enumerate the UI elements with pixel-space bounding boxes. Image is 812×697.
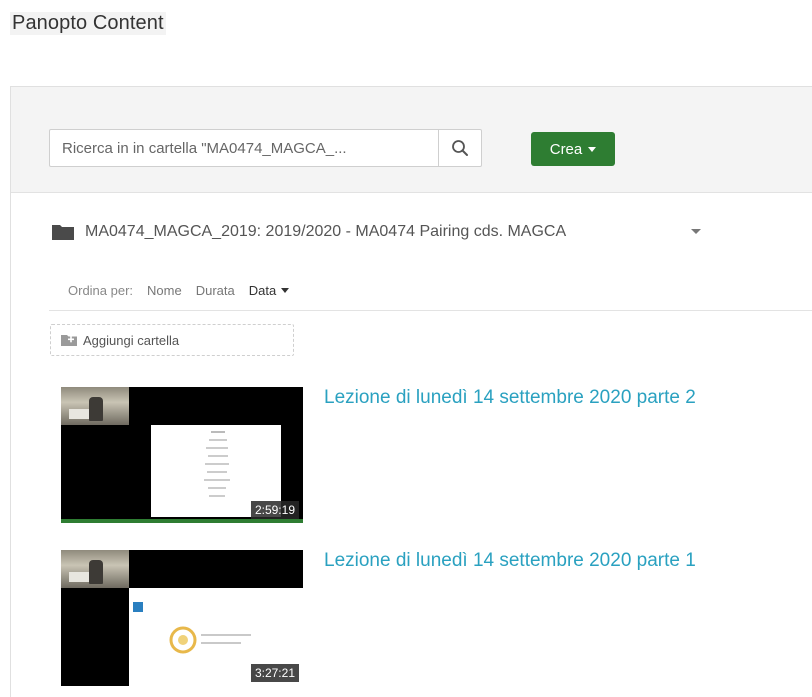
folder-name: MA0474_MAGCA_2019: 2019/2020 - MA0474 Pa… <box>85 223 567 240</box>
search-input[interactable] <box>50 130 438 166</box>
session-item: 3:27:21 Lezione di lunedì 14 settembre 2… <box>61 550 781 690</box>
sort-label: Ordina per: <box>68 283 134 298</box>
sort-option-name[interactable]: Nome <box>147 283 182 298</box>
top-bar: Crea <box>11 87 812 193</box>
add-folder-icon <box>61 335 77 346</box>
panopto-frame: Crea MA0474_MAGCA_2019: 2019/2020 - MA04… <box>10 86 812 697</box>
divider <box>49 310 812 311</box>
progress-bar <box>61 519 303 523</box>
sort-bar: Ordina per: Nome Durata Data <box>68 283 290 298</box>
session-item: 2:59:19 Lezione di lunedì 14 settembre 2… <box>61 387 781 527</box>
session-title[interactable]: Lezione di lunedì 14 settembre 2020 part… <box>324 550 696 572</box>
add-folder-button[interactable]: Aggiungi cartella <box>50 324 294 356</box>
camera-feed <box>61 387 129 425</box>
create-button[interactable]: Crea <box>531 132 615 166</box>
sort-option-date[interactable]: Data <box>248 283 290 298</box>
create-button-label: Crea <box>549 140 583 158</box>
add-folder-label: Aggiungi cartella <box>83 332 180 348</box>
search-icon <box>452 140 468 156</box>
search-box <box>49 129 482 167</box>
folder-dropdown-icon[interactable] <box>691 229 701 234</box>
chevron-down-icon <box>588 147 597 152</box>
sort-desc-icon <box>281 288 290 293</box>
session-thumbnail[interactable]: 3:27:21 <box>61 550 303 686</box>
search-button[interactable] <box>438 130 481 166</box>
duration-badge: 3:27:21 <box>250 664 299 682</box>
session-title[interactable]: Lezione di lunedì 14 settembre 2020 part… <box>324 387 696 409</box>
folder-icon <box>52 225 74 240</box>
duration-badge: 2:59:19 <box>250 501 299 519</box>
session-thumbnail[interactable]: 2:59:19 <box>61 387 303 523</box>
sort-option-date-label: Data <box>248 283 277 298</box>
camera-feed <box>61 550 129 588</box>
page-title: Panopto Content <box>10 12 166 35</box>
folder-header: MA0474_MAGCA_2019: 2019/2020 - MA0474 Pa… <box>51 220 566 244</box>
sort-option-duration[interactable]: Durata <box>196 283 235 298</box>
